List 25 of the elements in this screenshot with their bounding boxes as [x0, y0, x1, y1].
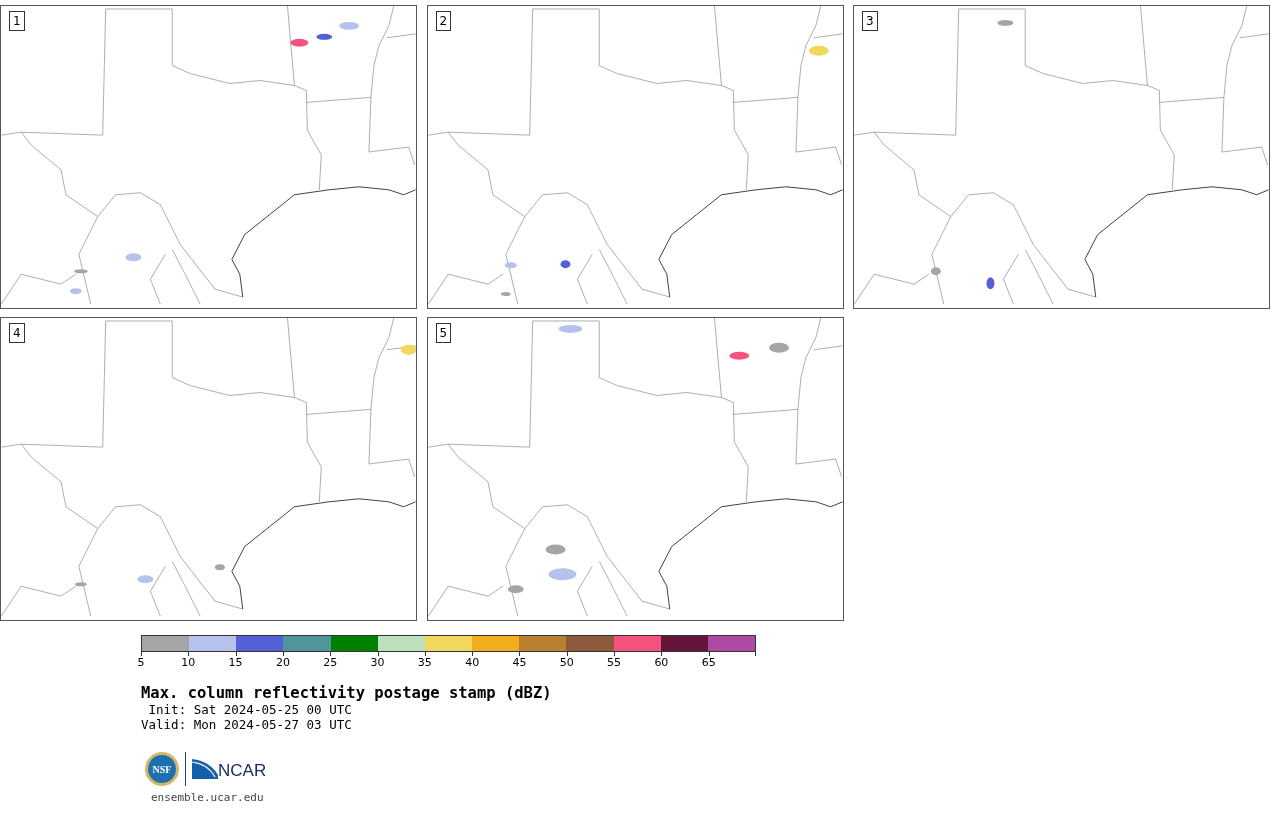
panel-number: 2 — [435, 11, 452, 31]
nsf-logo: NSF — [145, 752, 179, 786]
init-time: Init: Sat 2024-05-25 00 UTC — [147, 702, 353, 717]
scale-label: 30 — [370, 656, 385, 669]
chart-title: Max. column reflectivity postage stamp (dBZ) — [141, 684, 553, 702]
scale-label: 60 — [654, 656, 669, 669]
scale-label: 5 — [137, 656, 145, 669]
panel-number: 1 — [9, 11, 25, 31]
scale-label: 50 — [559, 656, 574, 669]
valid-time: Valid: Mon 2024-05-27 03 UTC — [141, 717, 353, 732]
scale-label: 20 — [275, 656, 290, 669]
scale-label: 40 — [465, 656, 480, 669]
website-url: ensemble.ucar.edu — [151, 790, 265, 806]
scale-label: 10 — [181, 656, 196, 669]
panel-number: 4 — [9, 323, 25, 343]
panel-number: 5 — [435, 323, 452, 343]
panel-number: 3 — [862, 11, 878, 31]
scale-label: 45 — [512, 656, 527, 669]
scale-label: 35 — [417, 656, 432, 669]
scale-label: 15 — [228, 656, 243, 669]
scale-label: 65 — [701, 656, 716, 669]
scale-label: 55 — [607, 656, 622, 669]
swoosh-icon — [192, 759, 218, 779]
scale-label: 25 — [323, 656, 338, 669]
ncar-logo: NCAR — [218, 762, 267, 780]
